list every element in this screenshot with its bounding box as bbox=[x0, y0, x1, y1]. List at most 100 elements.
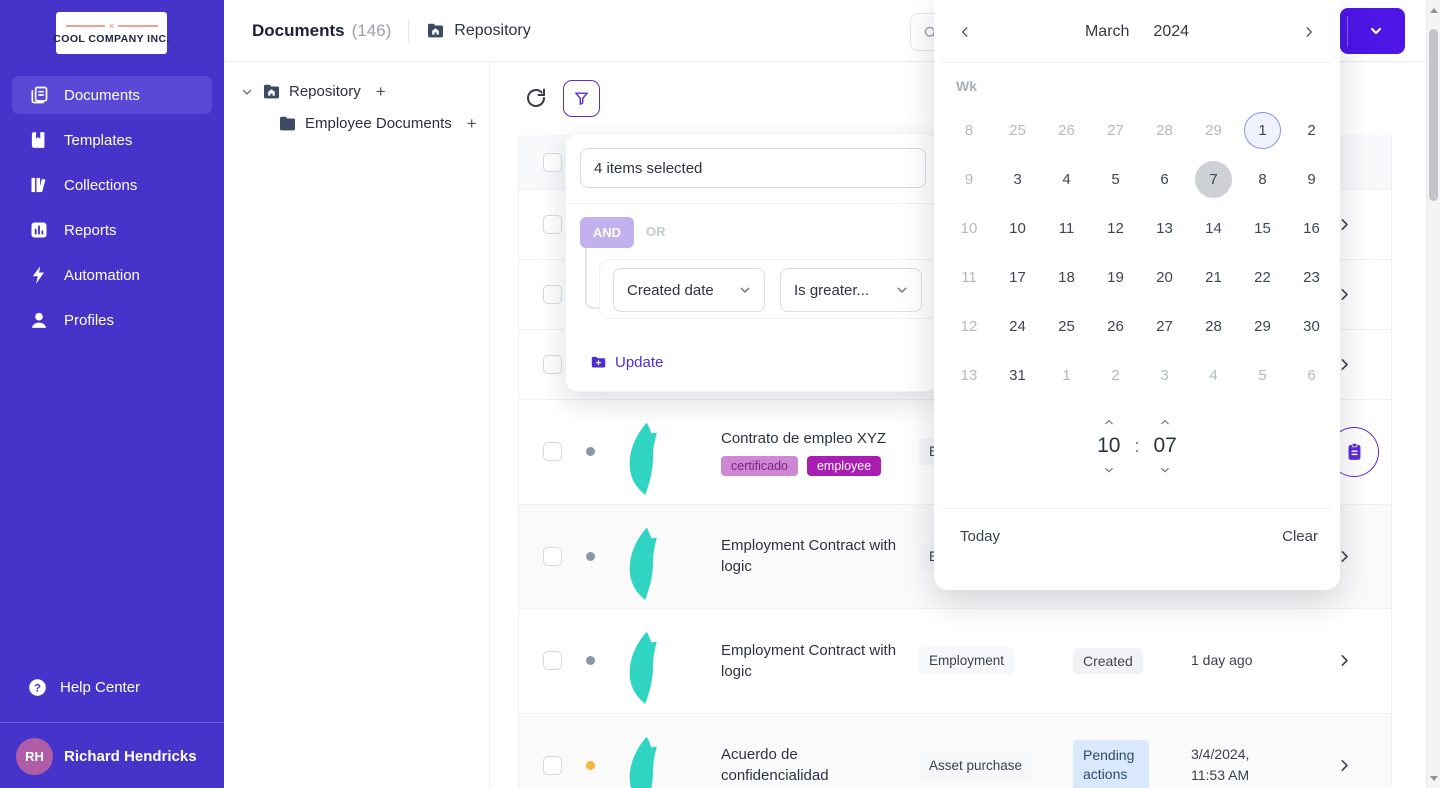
calendar-day[interactable]: 19 bbox=[1097, 259, 1134, 296]
and-toggle[interactable]: AND bbox=[580, 217, 634, 248]
tree-item-label[interactable]: Repository bbox=[289, 83, 361, 100]
sidebar-item-profiles[interactable]: Profiles bbox=[12, 301, 212, 339]
document-type-icon bbox=[611, 732, 681, 788]
calendar-day[interactable]: 24 bbox=[999, 308, 1036, 345]
field-select[interactable]: Created date bbox=[613, 268, 765, 312]
calendar-day[interactable]: 15 bbox=[1244, 210, 1281, 247]
document-title[interactable]: Employment Contract with logic bbox=[721, 535, 903, 577]
row-checkbox[interactable] bbox=[543, 215, 562, 234]
today-button[interactable]: Today bbox=[960, 528, 1000, 545]
breadcrumb[interactable]: Repository bbox=[454, 22, 530, 40]
update-button[interactable]: Update bbox=[590, 354, 663, 371]
scrollbar-thumb[interactable] bbox=[1429, 29, 1438, 201]
calendar-day[interactable]: 6 bbox=[1293, 357, 1330, 394]
calendar-day[interactable]: 29 bbox=[1244, 308, 1281, 345]
calendar-day[interactable]: 27 bbox=[1097, 112, 1134, 149]
calendar-day[interactable]: 6 bbox=[1146, 161, 1183, 198]
tree-item-employee-documents[interactable]: Employee Documents + bbox=[224, 114, 489, 133]
vertical-scrollbar[interactable] bbox=[1426, 0, 1440, 788]
calendar-day[interactable]: 29 bbox=[1195, 112, 1232, 149]
document-title[interactable]: Acuerdo de confidencialidad bbox=[721, 744, 903, 786]
calendar-day[interactable]: 26 bbox=[1048, 112, 1085, 149]
select-all-checkbox[interactable] bbox=[543, 153, 562, 172]
status-badge: Pending actions bbox=[1073, 740, 1149, 788]
sidebar-item-documents[interactable]: Documents bbox=[12, 76, 212, 114]
scroll-down-arrow[interactable] bbox=[1430, 776, 1438, 781]
calendar-day[interactable]: 18 bbox=[1048, 259, 1085, 296]
month-label[interactable]: March bbox=[1085, 23, 1129, 40]
minute-up-button[interactable] bbox=[1157, 416, 1173, 428]
minute-value[interactable]: 07 bbox=[1154, 434, 1177, 458]
calendar-day[interactable]: 28 bbox=[1146, 112, 1183, 149]
row-checkbox[interactable] bbox=[543, 651, 562, 670]
year-label[interactable]: 2024 bbox=[1153, 23, 1189, 40]
table-row[interactable]: Acuerdo de confidencialidadAsset purchas… bbox=[519, 714, 1391, 788]
calendar-day[interactable]: 11 bbox=[1048, 210, 1085, 247]
calendar-day[interactable]: 31 bbox=[999, 357, 1036, 394]
table-row[interactable]: Employment Contract with logicEmployment… bbox=[519, 609, 1391, 714]
hour-up-button[interactable] bbox=[1101, 416, 1117, 428]
calendar-day[interactable]: 9 bbox=[1293, 161, 1330, 198]
row-open-chevron-icon[interactable] bbox=[1337, 653, 1352, 668]
sidebar-item-reports[interactable]: Reports bbox=[12, 211, 212, 249]
calendar-day[interactable]: 10 bbox=[999, 210, 1036, 247]
calendar-day[interactable]: 1 bbox=[1048, 357, 1085, 394]
document-title[interactable]: Contrato de empleo XYZ bbox=[721, 428, 903, 449]
sidebar-item-automation[interactable]: Automation bbox=[12, 256, 212, 294]
calendar-day[interactable]: 5 bbox=[1244, 357, 1281, 394]
calendar-day[interactable]: 2 bbox=[1097, 357, 1134, 394]
calendar-day[interactable]: 21 bbox=[1195, 259, 1232, 296]
calendar-day[interactable]: 3 bbox=[999, 161, 1036, 198]
row-checkbox[interactable] bbox=[543, 285, 562, 304]
sidebar-item-templates[interactable]: Templates bbox=[12, 121, 212, 159]
calendar-day[interactable]: 28 bbox=[1195, 308, 1232, 345]
refresh-button[interactable] bbox=[524, 86, 548, 110]
filter-button[interactable] bbox=[563, 80, 600, 117]
or-toggle[interactable]: OR bbox=[646, 224, 666, 239]
document-title[interactable]: Employment Contract with logic bbox=[721, 640, 903, 682]
calendar-day[interactable]: 17 bbox=[999, 259, 1036, 296]
sidebar-item-collections[interactable]: Collections bbox=[12, 166, 212, 204]
hour-down-button[interactable] bbox=[1101, 464, 1117, 476]
calendar-day[interactable]: 25 bbox=[1048, 308, 1085, 345]
calendar-day[interactable]: 20 bbox=[1146, 259, 1183, 296]
calendar-day[interactable]: 22 bbox=[1244, 259, 1281, 296]
add-folder-button[interactable]: + bbox=[376, 83, 386, 100]
row-checkbox[interactable] bbox=[543, 547, 562, 566]
primary-action-dropdown-button[interactable] bbox=[1340, 8, 1405, 54]
hour-value[interactable]: 10 bbox=[1097, 434, 1120, 458]
calendar-day[interactable]: 2 bbox=[1293, 112, 1330, 149]
clear-button[interactable]: Clear bbox=[1282, 528, 1318, 545]
calendar-day[interactable]: 13 bbox=[1146, 210, 1183, 247]
user-menu[interactable]: RH Richard Hendricks bbox=[16, 738, 197, 775]
items-selected-input[interactable]: 4 items selected bbox=[580, 148, 926, 188]
calendar-day[interactable]: 3 bbox=[1146, 357, 1183, 394]
operator-select[interactable]: Is greater... bbox=[780, 268, 922, 312]
calendar-day[interactable]: 14 bbox=[1195, 210, 1232, 247]
add-folder-button[interactable]: + bbox=[467, 115, 477, 132]
calendar-day[interactable]: 30 bbox=[1293, 308, 1330, 345]
calendar-day[interactable]: 5 bbox=[1097, 161, 1134, 198]
row-checkbox[interactable] bbox=[543, 756, 562, 775]
time-separator: : bbox=[1134, 436, 1139, 457]
scroll-up-arrow[interactable] bbox=[1430, 8, 1438, 13]
calendar-day[interactable]: 26 bbox=[1097, 308, 1134, 345]
chevron-down-icon[interactable] bbox=[240, 85, 254, 99]
calendar-day[interactable]: 25 bbox=[999, 112, 1036, 149]
calendar-day-selected[interactable]: 1 bbox=[1244, 112, 1281, 149]
calendar-day[interactable]: 16 bbox=[1293, 210, 1330, 247]
calendar-day[interactable]: 8 bbox=[1244, 161, 1281, 198]
row-checkbox[interactable] bbox=[543, 442, 562, 461]
minute-down-button[interactable] bbox=[1157, 464, 1173, 476]
calendar-day[interactable]: 23 bbox=[1293, 259, 1330, 296]
calendar-day[interactable]: 12 bbox=[1097, 210, 1134, 247]
help-center-link[interactable]: ? Help Center bbox=[28, 678, 140, 697]
calendar-day[interactable]: 27 bbox=[1146, 308, 1183, 345]
calendar-day[interactable]: 4 bbox=[1195, 357, 1232, 394]
row-open-chevron-icon[interactable] bbox=[1337, 758, 1352, 773]
tree-item-repository[interactable]: Repository + bbox=[224, 82, 489, 101]
row-checkbox[interactable] bbox=[543, 355, 562, 374]
calendar-day-today[interactable]: 7 bbox=[1195, 161, 1232, 198]
tree-item-label[interactable]: Employee Documents bbox=[305, 115, 452, 132]
calendar-day[interactable]: 4 bbox=[1048, 161, 1085, 198]
